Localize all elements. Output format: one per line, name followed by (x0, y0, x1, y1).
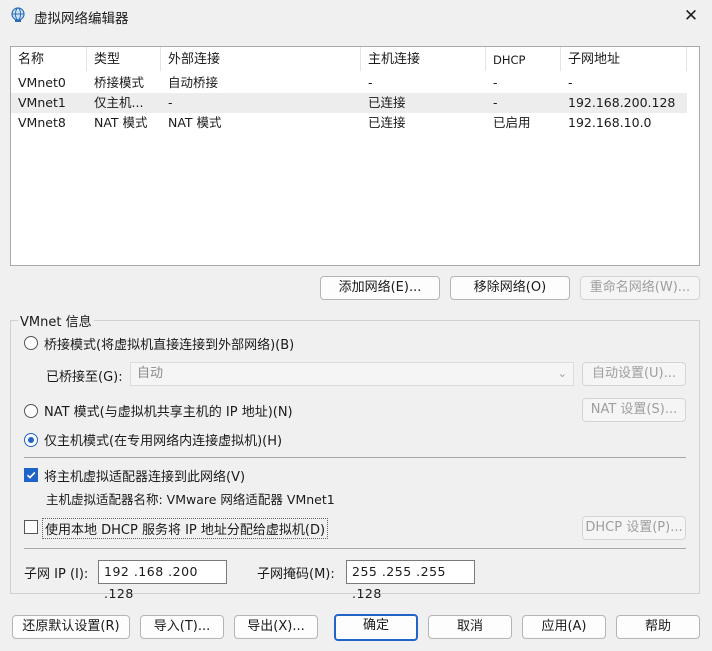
rename-network-button[interactable]: 重命名网络(W)... (580, 276, 700, 300)
cell-name: VMnet1 (18, 95, 66, 110)
column-header-type[interactable]: 类型 (87, 47, 161, 71)
add-network-button[interactable]: 添加网络(E)... (320, 276, 440, 300)
cell-subnet: 192.168.10.0 (568, 115, 652, 130)
cancel-button[interactable]: 取消 (428, 615, 512, 639)
table-row[interactable]: VMnet0 桥接模式 自动桥接 - - - (11, 73, 687, 93)
dhcp-checkbox[interactable] (24, 520, 38, 534)
chevron-down-icon: ⌄ (557, 367, 567, 380)
nat-radio[interactable] (24, 404, 38, 418)
column-header-host[interactable]: 主机连接 (361, 47, 486, 71)
connect-adapter-checkbox[interactable] (24, 468, 38, 482)
import-button[interactable]: 导入(T)... (140, 615, 224, 639)
subnet-mask-input[interactable]: 255 .255 .255 .128 (346, 560, 475, 601)
nat-radio-label[interactable]: NAT 模式(与虚拟机共享主机的 IP 地址)(N) (44, 401, 293, 420)
remove-network-button[interactable]: 移除网络(O) (450, 276, 570, 300)
table-row-selected[interactable]: VMnet1 仅主机... - 已连接 - 192.168.200.128 (11, 93, 687, 113)
adapter-name-text: 主机虚拟适配器名称: VMware 网络适配器 VMnet1 (46, 492, 335, 507)
auto-settings-button[interactable]: 自动设置(U)... (582, 362, 686, 386)
connect-adapter-label[interactable]: 将主机虚拟适配器连接到此网络(V) (44, 466, 245, 485)
cell-type: NAT 模式 (94, 115, 148, 130)
network-globe-icon (10, 7, 26, 23)
dhcp-settings-button[interactable]: DHCP 设置(P)... (582, 516, 686, 540)
cell-dhcp: - (493, 95, 498, 110)
bridged-radio-label[interactable]: 桥接模式(将虚拟机直接连接到外部网络)(B) (44, 334, 294, 353)
table-row[interactable]: VMnet8 NAT 模式 NAT 模式 已连接 已启用 192.168.10.… (11, 113, 687, 133)
cell-type: 仅主机... (94, 95, 144, 110)
group-title: VMnet 信息 (18, 311, 94, 330)
export-button[interactable]: 导出(X)... (234, 615, 318, 639)
cell-name: VMnet8 (18, 115, 66, 130)
host-only-radio[interactable] (24, 433, 38, 447)
cell-dhcp: 已启用 (493, 115, 531, 130)
bridged-to-label: 已桥接至(G): (46, 370, 123, 385)
help-button[interactable]: 帮助 (616, 615, 700, 639)
divider (24, 457, 686, 458)
network-table[interactable]: 名称 类型 外部连接 主机连接 DHCP 子网地址 VMnet0 桥接模式 自动… (10, 46, 700, 266)
cell-external: - (168, 95, 173, 110)
nat-settings-button[interactable]: NAT 设置(S)... (582, 398, 686, 422)
host-only-radio-label[interactable]: 仅主机模式(在专用网络内连接虚拟机)(H) (44, 430, 282, 449)
subnet-ip-input[interactable]: 192 .168 .200 .128 (98, 560, 227, 601)
cell-subnet: 192.168.200.128 (568, 95, 676, 110)
cell-dhcp: - (493, 75, 498, 90)
column-header-subnet[interactable]: 子网地址 (561, 47, 687, 71)
apply-button[interactable]: 应用(A) (522, 615, 606, 639)
ok-button[interactable]: 确定 (334, 614, 418, 641)
column-header-dhcp[interactable]: DHCP (486, 47, 561, 71)
divider (24, 548, 686, 549)
subnet-mask-label: 子网掩码(M): (257, 567, 335, 582)
checkmark-icon (26, 471, 36, 479)
column-header-external[interactable]: 外部连接 (161, 47, 361, 71)
cell-subnet: - (568, 75, 573, 90)
cell-external: NAT 模式 (168, 115, 222, 130)
cell-host: 已连接 (368, 95, 406, 110)
cell-external: 自动桥接 (168, 75, 219, 90)
cell-host: 已连接 (368, 115, 406, 130)
restore-defaults-button[interactable]: 还原默认设置(R) (12, 615, 130, 639)
cell-host: - (368, 75, 373, 90)
cell-name: VMnet0 (18, 75, 66, 90)
window-title: 虚拟网络编辑器 (34, 11, 129, 27)
subnet-ip-label: 子网 IP (I): (24, 567, 89, 582)
column-header-name[interactable]: 名称 (11, 47, 87, 71)
bridged-to-select[interactable]: 自动 ⌄ (130, 362, 574, 386)
bridged-to-value: 自动 (137, 366, 164, 381)
bridged-radio[interactable] (24, 336, 38, 350)
cell-type: 桥接模式 (94, 75, 145, 90)
dhcp-label[interactable]: 使用本地 DHCP 服务将 IP 地址分配给虚拟机(D) (42, 518, 329, 539)
close-icon[interactable]: ✕ (674, 2, 708, 30)
